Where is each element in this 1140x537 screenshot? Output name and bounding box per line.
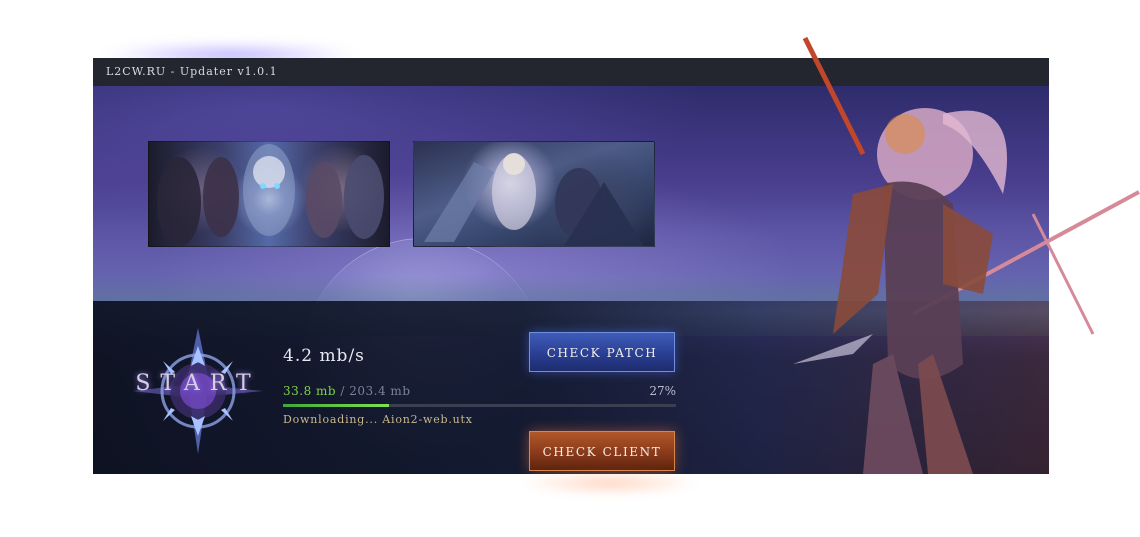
check-client-button[interactable]: CHECK CLIENT bbox=[529, 431, 675, 471]
character-art bbox=[793, 36, 1140, 474]
armored-warrior-art-icon bbox=[793, 36, 1140, 474]
download-status: Downloading... Aion2-web.utx bbox=[283, 413, 473, 426]
button-glow bbox=[520, 470, 700, 496]
download-speed: 4.2 mb/s bbox=[283, 346, 365, 366]
heroes-banner[interactable] bbox=[148, 141, 390, 247]
download-progress-fill bbox=[283, 404, 390, 407]
download-progress-bar bbox=[283, 404, 676, 407]
size-separator: / bbox=[336, 384, 350, 398]
battle-banner[interactable] bbox=[413, 141, 655, 247]
window-title: L2CW.RU - Updater v1.0.1 bbox=[106, 65, 278, 78]
download-percent: 27% bbox=[649, 384, 676, 398]
downloaded-size: 33.8 mb bbox=[283, 384, 337, 398]
battle-illustration bbox=[424, 153, 644, 246]
total-size: 203.4 mb bbox=[349, 384, 411, 398]
download-sizes: 33.8 mb / 203.4 mb bbox=[283, 384, 411, 398]
check-patch-button[interactable]: CHECK PATCH bbox=[529, 332, 675, 372]
start-label: START bbox=[135, 371, 261, 396]
heroes-illustration bbox=[157, 144, 384, 246]
